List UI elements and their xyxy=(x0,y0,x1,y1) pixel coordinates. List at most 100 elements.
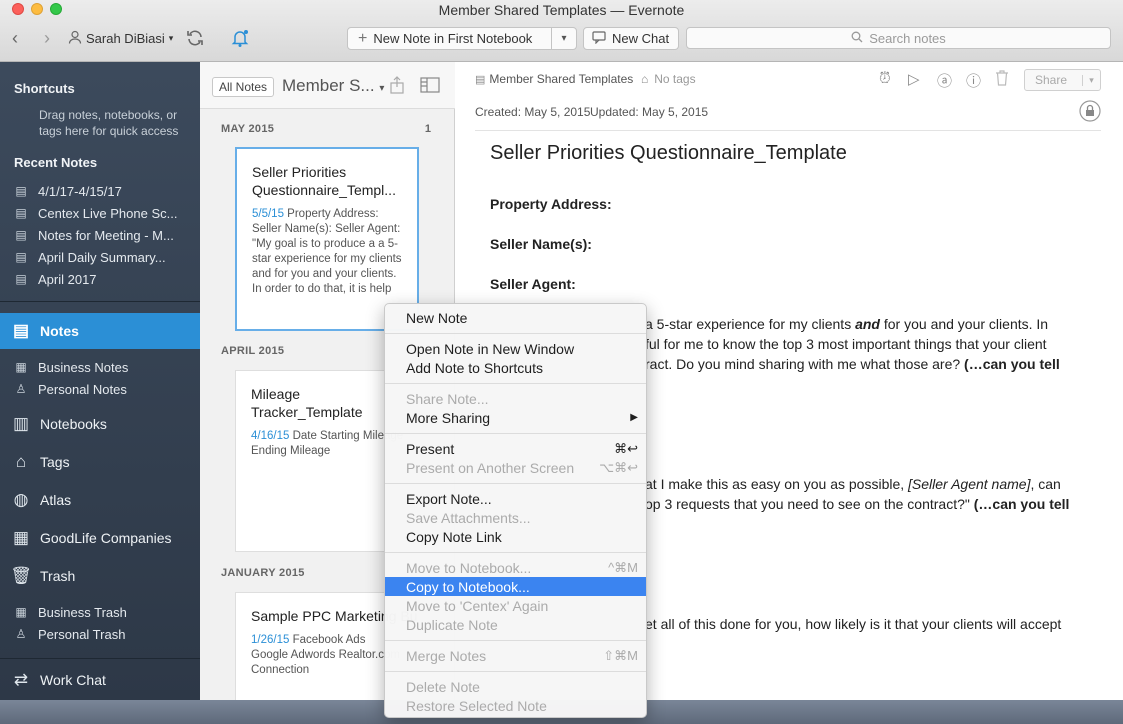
menu-move-centex: Move to 'Centex' Again xyxy=(406,597,549,614)
menu-delete: Delete Note xyxy=(406,678,480,695)
note-paragraph: op 3 requests that you need to see on th… xyxy=(645,496,1070,512)
lock-icon[interactable] xyxy=(1079,100,1101,127)
search-placeholder: Search notes xyxy=(869,30,946,46)
menu-export[interactable]: Export Note... xyxy=(385,489,646,508)
note-icon: ▤ xyxy=(15,250,27,264)
sidebar-item-atlas[interactable]: ◍ Atlas xyxy=(0,482,200,518)
work-chat-icon[interactable]: ⓐ xyxy=(937,70,952,91)
menu-open-new-window[interactable]: Open Note in New Window xyxy=(385,339,646,358)
shortcuts-hint: Drag notes, notebooks, or tags here for … xyxy=(39,108,179,138)
search-input[interactable]: Search notes xyxy=(686,27,1111,49)
window-title: Member Shared Templates — Evernote xyxy=(438,2,685,18)
note-paragraph: ful for me to know the top 3 most import… xyxy=(645,336,1047,352)
sidebar-item-business-notes[interactable]: ▦ Business Notes xyxy=(0,356,200,378)
sidebar-item-goodlife[interactable]: ▦ GoodLife Companies xyxy=(0,520,200,556)
present-icon[interactable]: ▷ xyxy=(908,70,920,88)
sidebar-item-work-chat[interactable]: ⇄ Work Chat xyxy=(0,662,200,698)
chevron-down-icon: ▾ xyxy=(379,83,385,94)
notebook-title[interactable]: Member S... ▾ xyxy=(282,76,384,96)
menu-restore: Restore Selected Note xyxy=(406,697,547,714)
menu-present[interactable]: Present ⌘↩ xyxy=(385,439,646,458)
notebook-icon: ▥ xyxy=(12,414,30,433)
section-count: 1 xyxy=(424,123,431,135)
view-options-icon[interactable] xyxy=(420,77,440,98)
note-card-snippet: 5/5/15 Property Address: Seller Name(s):… xyxy=(252,208,402,295)
share-notebook-icon[interactable] xyxy=(389,76,405,99)
editor-divider xyxy=(475,130,1101,131)
title-toolbar: Member Shared Templates — Evernote ‹ › S… xyxy=(0,0,1123,62)
note-paragraph: ract. Do you mind sharing with me what t… xyxy=(645,356,1060,372)
menu-separator xyxy=(385,640,646,641)
notebook-selector[interactable]: ▤ Member Shared Templates xyxy=(475,72,633,86)
notes-icon: ▤ xyxy=(12,321,30,340)
sidebar-item-business-trash[interactable]: ▦ Business Trash xyxy=(0,601,200,623)
note-card-title: Sample PPC Marketing Budget (C xyxy=(251,608,418,624)
note-card-title: Seller Priorities Questionnaire_Templ... xyxy=(252,164,396,198)
sidebar-item-tags[interactable]: ⌂ Tags xyxy=(0,444,200,480)
new-note-button-group: + New Note in First Notebook ▾ xyxy=(347,27,577,50)
note-icon: ▤ xyxy=(15,206,27,220)
sidebar-item-notebooks[interactable]: ▥ Notebooks xyxy=(0,406,200,442)
sidebar-item-trash[interactable]: 🗑︎ Trash xyxy=(0,558,200,594)
new-chat-button[interactable]: New Chat xyxy=(583,27,679,50)
sidebar-divider xyxy=(0,301,200,302)
plus-icon: + xyxy=(358,29,368,47)
globe-icon: ◍ xyxy=(13,490,29,509)
recent-note-item[interactable]: ▤ Centex Live Phone Sc... xyxy=(0,202,200,224)
menu-new-note[interactable]: New Note xyxy=(385,308,646,327)
note-field: Seller Agent: xyxy=(490,276,576,292)
forward-icon[interactable]: › xyxy=(44,28,50,48)
menu-present-other: Present on Another Screen ⌥⌘↩ xyxy=(406,459,638,476)
menu-move-notebook: Move to Notebook... ^⌘M xyxy=(406,559,638,576)
chevron-down-icon: ▾ xyxy=(1082,74,1100,86)
recent-note-item[interactable]: ▤ Notes for Meeting - M... xyxy=(0,224,200,246)
sidebar-item-notes[interactable]: ▤ Notes xyxy=(0,313,200,349)
new-note-button[interactable]: + New Note in First Notebook xyxy=(348,28,553,49)
menu-merge: Merge Notes ⇧⌘M xyxy=(406,647,638,664)
section-label: MAY 2015 xyxy=(221,123,275,135)
menu-save-attachments: Save Attachments... xyxy=(406,509,531,526)
bell-icon[interactable] xyxy=(230,28,250,52)
share-button[interactable]: Share ▾ xyxy=(1024,69,1101,91)
recent-note-item[interactable]: ▤ 4/1/17-4/15/17 xyxy=(0,180,200,202)
menu-add-shortcuts[interactable]: Add Note to Shortcuts xyxy=(385,358,646,377)
recent-notes-heading: Recent Notes xyxy=(14,155,98,170)
new-note-dropdown[interactable]: ▾ xyxy=(552,33,576,44)
note-paragraph: at I make this as easy on you as possibl… xyxy=(645,476,1061,492)
notebook-icon: ▤ xyxy=(475,73,486,86)
submenu-arrow-icon: ▶ xyxy=(630,412,638,423)
menu-separator xyxy=(385,433,646,434)
back-icon[interactable]: ‹ xyxy=(12,28,18,48)
note-list-header: All Notes Member S... ▾ xyxy=(200,62,455,109)
chevron-down-icon: ▾ xyxy=(168,33,174,43)
trash-icon: 🗑︎ xyxy=(10,566,32,585)
chat-icon xyxy=(592,30,606,47)
sync-icon[interactable] xyxy=(185,28,205,52)
sidebar-item-personal-trash[interactable]: ♙ Personal Trash xyxy=(0,623,200,645)
trash-icon[interactable] xyxy=(995,70,1009,90)
menu-duplicate: Duplicate Note xyxy=(406,616,498,633)
recent-note-item[interactable]: ▤ April Daily Summary... xyxy=(0,246,200,268)
info-icon[interactable]: ⓘ xyxy=(966,70,981,91)
note-icon: ▤ xyxy=(15,272,27,286)
note-title[interactable]: Seller Priorities Questionnaire_Template xyxy=(490,142,847,165)
tags-field[interactable]: ⌂ No tags xyxy=(641,72,696,86)
new-chat-label: New Chat xyxy=(612,31,670,46)
menu-copy-notebook[interactable]: Copy to Notebook... xyxy=(385,577,646,596)
reminder-icon[interactable]: ⏰︎ xyxy=(879,70,891,87)
menu-more-sharing[interactable]: More Sharing ▶ xyxy=(385,408,646,427)
note-card-snippet: 1/26/15 Facebook Ads Google Adwords Real… xyxy=(251,634,400,676)
all-notes-button[interactable]: All Notes xyxy=(212,77,275,97)
note-field: Property Address: xyxy=(490,196,612,212)
menu-separator xyxy=(385,333,646,334)
user-menu[interactable]: Sarah DiBiasi ▾ xyxy=(68,30,173,47)
menu-copy-link[interactable]: Copy Note Link xyxy=(385,527,646,546)
note-paragraph: et all of this done for you, how likely … xyxy=(645,616,1062,632)
sidebar: Shortcuts Drag notes, notebooks, or tags… xyxy=(0,62,200,700)
recent-note-item[interactable]: ▤ April 2017 xyxy=(0,268,200,290)
tag-icon: ⌂ xyxy=(15,452,27,471)
sidebar-item-personal-notes[interactable]: ♙ Personal Notes xyxy=(0,378,200,400)
search-icon xyxy=(851,31,863,46)
note-paragraph: a 5-star experience for my clients and f… xyxy=(645,316,1049,332)
menu-share-note: Share Note... xyxy=(406,390,489,407)
